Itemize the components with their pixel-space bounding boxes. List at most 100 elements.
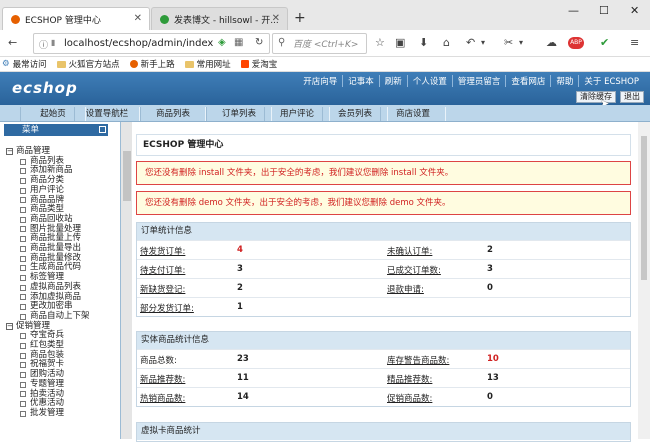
menu-hamburger-icon[interactable]: ≡ bbox=[630, 36, 639, 49]
menu-shop-settings[interactable]: 商店设置 bbox=[380, 107, 446, 121]
warning-install-folder: 您还没有删除 install 文件夹，出于安全的考虑，我们建议您删除 insta… bbox=[136, 161, 631, 185]
menu-tree: − 商品管理 商品列表 添加新商品 商品分类 用户评论 商品品牌 商品类型 商品回收站 图片批量处… bbox=[6, 146, 90, 419]
tab-ecshop-admin[interactable]: ECSHOP 管理中心 ✕ bbox=[2, 7, 150, 30]
screenshot-crop-icon[interactable]: ✂ bbox=[504, 36, 513, 49]
item-bullet-icon bbox=[20, 216, 26, 223]
page-scrollbar[interactable] bbox=[638, 122, 650, 439]
sidebar-scrollbar[interactable] bbox=[121, 122, 132, 439]
item-bullet-icon bbox=[20, 197, 26, 204]
search-placeholder: 百度 <Ctrl+K> bbox=[293, 40, 359, 50]
minimize-icon[interactable]: — bbox=[568, 4, 579, 17]
bookmark-item[interactable]: 新手上路 bbox=[129, 58, 175, 70]
blog-site-icon bbox=[160, 14, 169, 24]
stats-row: 商品总数: 23 库存警告商品数: 10 bbox=[137, 349, 630, 368]
dropdown-arrow-icon[interactable]: ▾ bbox=[481, 38, 485, 47]
collapse-icon[interactable]: − bbox=[6, 148, 13, 156]
menu-order-list[interactable]: 订单列表 bbox=[206, 107, 272, 121]
clear-cache-button[interactable]: 清除缓存 bbox=[576, 91, 616, 103]
new-tab-button[interactable]: + bbox=[294, 10, 306, 26]
undo-icon[interactable]: ↶ bbox=[466, 36, 475, 49]
stat-label[interactable]: 新缺货登记: bbox=[140, 283, 185, 295]
stat-label[interactable]: 已成交订单数: bbox=[387, 264, 441, 276]
main-content: ECSHOP 管理中心 您还没有删除 install 文件夹，出于安全的考虑，我… bbox=[132, 122, 638, 442]
link-setup-wizard[interactable]: 开店向导 bbox=[298, 75, 342, 87]
bookmark-item[interactable]: 爱淘宝 bbox=[240, 58, 277, 70]
close-tab-icon[interactable]: ✕ bbox=[134, 13, 142, 24]
sidebar-header: 菜单 bbox=[4, 124, 108, 136]
shield-icon[interactable]: ◈ bbox=[218, 37, 226, 48]
link-about[interactable]: 关于 ECSHOP bbox=[578, 75, 644, 87]
dropdown-arrow-icon[interactable]: ▾ bbox=[519, 38, 523, 47]
menu-user-comments[interactable]: 用户评论 bbox=[264, 107, 330, 121]
reload-icon[interactable]: ↻ bbox=[255, 37, 263, 48]
panel-title: 实体商品统计信息 bbox=[137, 332, 630, 349]
stat-value: 14 bbox=[237, 392, 249, 402]
stat-label[interactable]: 商品总数: bbox=[140, 354, 177, 366]
close-window-icon[interactable]: ✕ bbox=[630, 4, 639, 17]
link-refresh[interactable]: 刷新 bbox=[378, 75, 407, 87]
scrollbar-thumb[interactable] bbox=[123, 151, 131, 201]
link-admin-messages[interactable]: 管理员留言 bbox=[451, 75, 506, 87]
collapse-sidebar-icon[interactable] bbox=[99, 126, 106, 133]
stat-label[interactable]: 新品推荐数: bbox=[140, 373, 185, 385]
download-icon[interactable]: ⬇ bbox=[419, 36, 428, 49]
stat-label[interactable]: 未确认订单: bbox=[387, 245, 432, 257]
reading-list-icon[interactable]: ▣ bbox=[395, 36, 405, 49]
stats-row: 新品推荐数: 11 精品推荐数: 13 bbox=[137, 368, 630, 387]
menu-goods-list[interactable]: 商品列表 bbox=[140, 107, 206, 121]
stats-row: 部分发货订单: 1 bbox=[137, 297, 630, 316]
bookmark-item[interactable]: 常用网址 bbox=[184, 58, 231, 70]
stat-label[interactable]: 待发货订单: bbox=[140, 245, 185, 257]
url-text: localhost/ecshop/admin/index bbox=[64, 38, 214, 49]
main-menu-bar: 起始页 设置导航栏 商品列表 订单列表 用户评论 会员列表 商店设置 bbox=[0, 105, 650, 122]
item-bullet-icon bbox=[20, 352, 26, 359]
home-icon[interactable]: ⌂ bbox=[443, 36, 450, 49]
address-bar[interactable]: ⓘ ▮ localhost/ecshop/admin/index ◈ ▦ ↻ bbox=[33, 33, 270, 54]
stat-label[interactable]: 退款申请: bbox=[387, 283, 424, 295]
lock-icon: ▮ bbox=[51, 38, 56, 47]
qr-code-icon[interactable]: ▦ bbox=[234, 37, 243, 48]
menu-nav-settings[interactable]: 设置导航栏 bbox=[74, 107, 140, 121]
stat-value: 4 bbox=[237, 245, 243, 255]
stats-row: 待支付订单: 3 已成交订单数: 3 bbox=[137, 259, 630, 278]
sidebar-item[interactable]: 批发管理 bbox=[6, 408, 90, 419]
link-personal-settings[interactable]: 个人设置 bbox=[406, 75, 452, 87]
maximize-icon[interactable]: ☐ bbox=[599, 4, 609, 17]
item-bullet-icon bbox=[20, 187, 26, 194]
tab-blog-post[interactable]: 发表博文 - hillsowl - 开... ✕ bbox=[151, 7, 288, 30]
collapse-icon[interactable]: − bbox=[6, 323, 13, 330]
tab-title: ECSHOP 管理中心 bbox=[25, 15, 101, 26]
back-icon[interactable]: ← bbox=[8, 36, 17, 49]
adblock-icon[interactable]: ABP bbox=[568, 37, 584, 49]
item-bullet-icon bbox=[20, 391, 26, 398]
stat-label[interactable]: 精品推荐数: bbox=[387, 373, 432, 385]
link-notepad[interactable]: 记事本 bbox=[342, 75, 379, 87]
bookmark-item[interactable]: ⚙ 最常访问 bbox=[2, 58, 47, 70]
stat-label[interactable]: 部分发货订单: bbox=[140, 302, 194, 314]
stat-value: 23 bbox=[237, 354, 249, 364]
page-title: ECSHOP 管理中心 bbox=[136, 134, 631, 156]
item-bullet-icon bbox=[20, 274, 26, 281]
stat-label[interactable]: 热销商品数: bbox=[140, 392, 185, 404]
stat-label[interactable]: 促销商品数: bbox=[387, 392, 432, 404]
bookmark-item[interactable]: 火狐官方站点 bbox=[56, 58, 120, 70]
item-bullet-icon bbox=[20, 265, 26, 272]
close-tab-icon[interactable]: ✕ bbox=[272, 13, 280, 24]
stat-label[interactable]: 库存警告商品数: bbox=[387, 354, 449, 366]
menu-member-list[interactable]: 会员列表 bbox=[322, 107, 388, 121]
gear-icon: ⚙ bbox=[2, 59, 10, 69]
scrollbar-thumb[interactable] bbox=[641, 136, 647, 280]
link-view-shop[interactable]: 查看网店 bbox=[505, 75, 550, 87]
item-bullet-icon bbox=[20, 245, 26, 252]
search-input[interactable]: ⚲ 百度 <Ctrl+K> bbox=[272, 33, 367, 54]
logout-button[interactable]: 退出 bbox=[620, 91, 644, 103]
shield-check-icon[interactable]: ✔ bbox=[600, 36, 609, 49]
top-links: 开店向导 记事本 刷新 个人设置 管理员留言 查看网店 帮助 关于 ECSHOP bbox=[298, 75, 644, 87]
item-bullet-icon bbox=[20, 381, 26, 388]
link-help[interactable]: 帮助 bbox=[550, 75, 578, 87]
chat-icon[interactable]: ☁ bbox=[546, 36, 557, 49]
stat-label[interactable]: 待支付订单: bbox=[140, 264, 185, 276]
app-header: ecshop 开店向导 记事本 刷新 个人设置 管理员留言 查看网店 帮助 关于… bbox=[0, 72, 650, 110]
item-bullet-icon bbox=[20, 372, 26, 379]
bookmark-star-icon[interactable]: ☆ bbox=[375, 36, 385, 49]
